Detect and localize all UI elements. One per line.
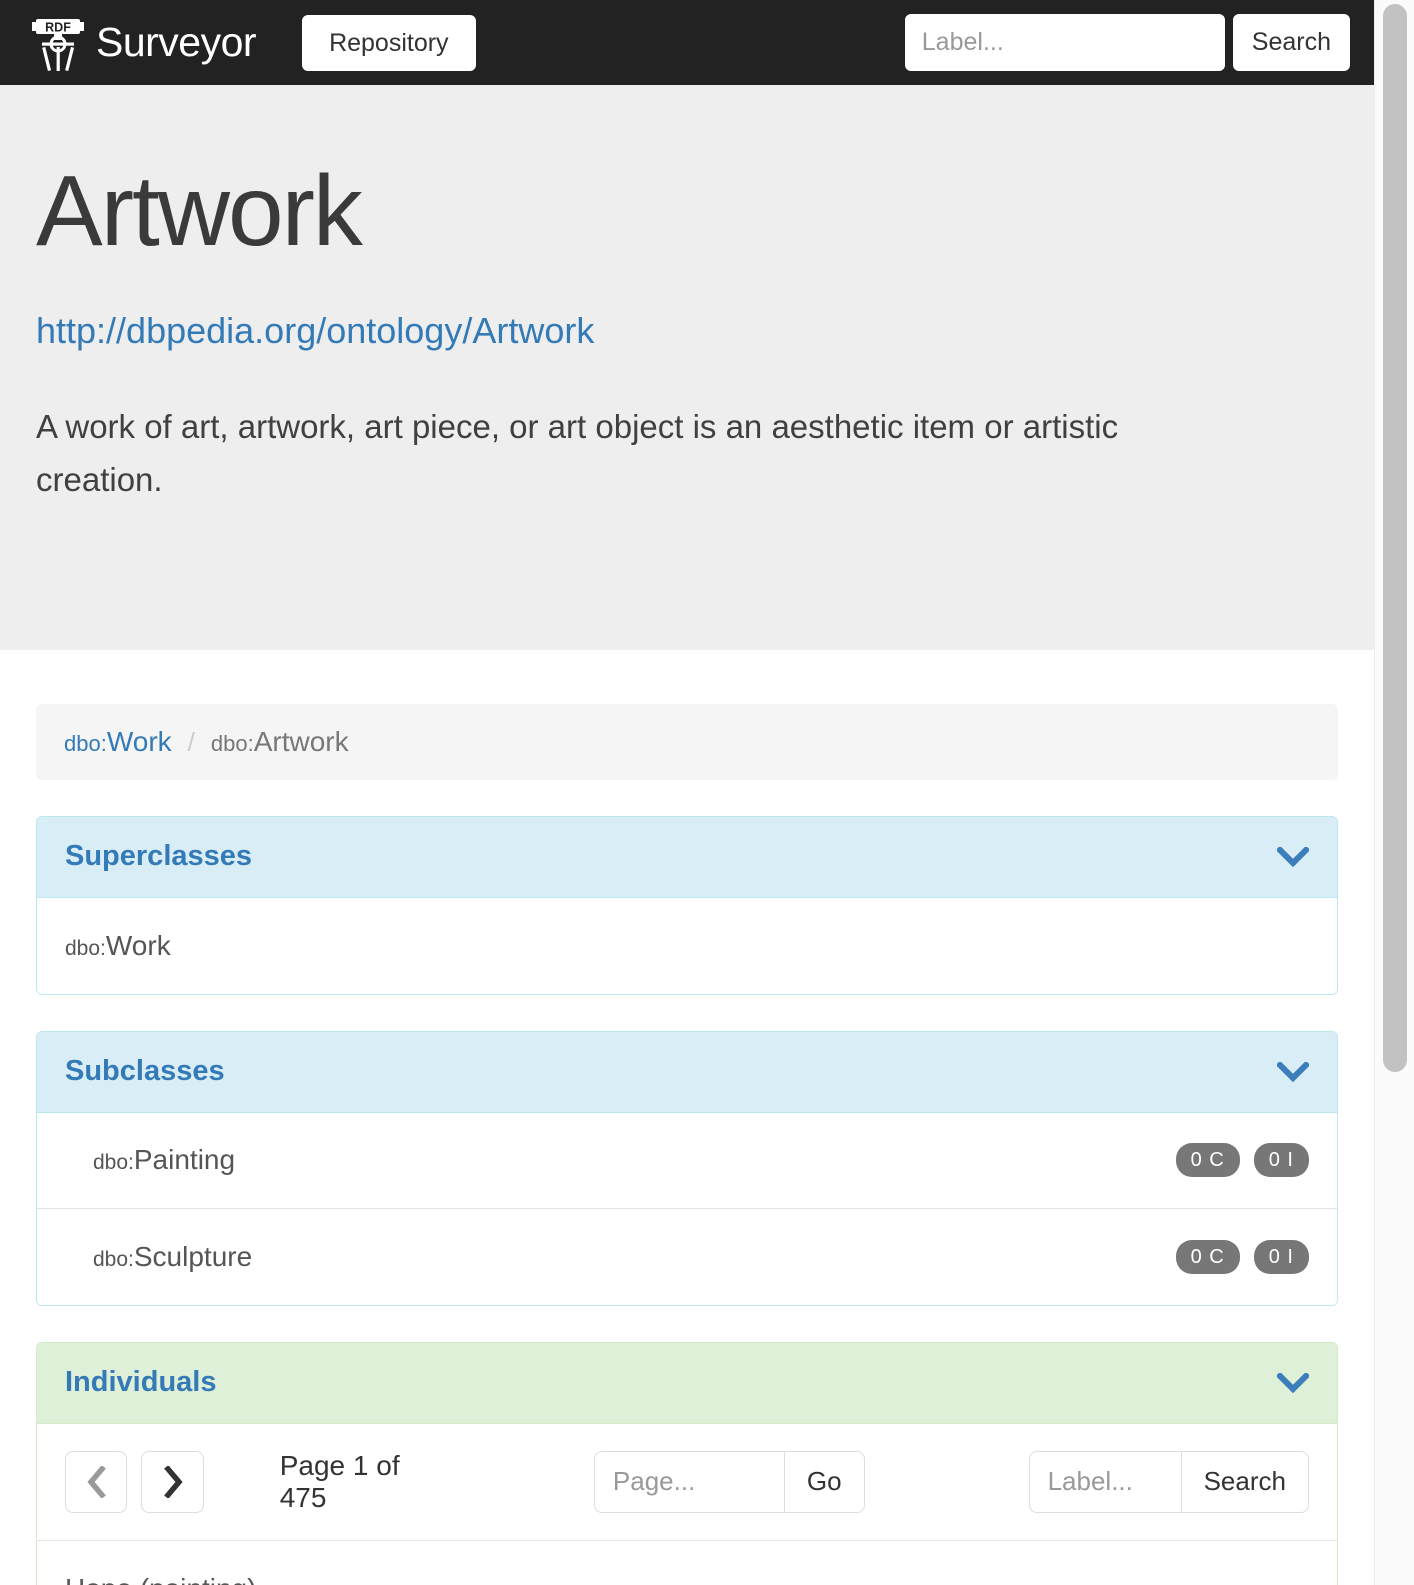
chevron-down-icon[interactable] (1277, 846, 1309, 867)
individuals-label-input[interactable] (1028, 1450, 1181, 1513)
superclass-row[interactable]: dbo: Work (37, 897, 1337, 994)
breadcrumb-item-work[interactable]: dbo: Work (64, 726, 172, 758)
individuals-pagination-toolbar: Page 1 of 475 Go Search (37, 1424, 1337, 1541)
page-title: Artwork (36, 155, 363, 267)
chevron-right-icon (163, 1465, 183, 1498)
individuals-panel-header[interactable]: Individuals (37, 1342, 1337, 1424)
brand-logo[interactable]: RDF Surveyor (32, 14, 257, 72)
breadcrumb-separator: / (187, 727, 195, 757)
qname-local: Sculpture (133, 1240, 253, 1272)
repository-button[interactable]: Repository (302, 14, 476, 71)
table-row[interactable]: dbo: Sculpture 0 C 0 I (37, 1208, 1337, 1305)
row-badges: 0 C 0 I (1175, 1239, 1309, 1274)
superclasses-panel: Superclasses dbo: Work (36, 816, 1338, 995)
breadcrumb-local: Artwork (253, 726, 349, 757)
ontology-uri-link[interactable]: http://dbpedia.org/ontology/Artwork (36, 310, 594, 352)
row-badges: 0 C 0 I (1175, 1143, 1309, 1178)
list-item[interactable]: Hope (painting) (37, 1540, 1337, 1585)
subclasses-panel-header[interactable]: Subclasses (37, 1031, 1337, 1113)
qname-local: Work (105, 929, 171, 961)
go-button[interactable]: Go (783, 1450, 865, 1513)
superclasses-panel-header[interactable]: Superclasses (37, 817, 1337, 898)
subclasses-panel: Subclasses dbo: Painting 0 C 0 I dbo: Sc… (36, 1030, 1338, 1306)
individuals-title: Individuals (65, 1365, 217, 1398)
status-badge-classes: 0 C (1175, 1239, 1240, 1274)
previous-page-button[interactable] (65, 1450, 128, 1513)
chevron-left-icon (87, 1465, 107, 1498)
main-content: dbo:Work / dbo:Artwork Superclasses db (0, 650, 1374, 1585)
breadcrumb-local: Work (106, 726, 172, 757)
page-jump-group: Go (593, 1450, 865, 1513)
qname-prefix: dbo: (93, 1151, 134, 1175)
breadcrumb-item-artwork: dbo: Artwork (211, 726, 349, 758)
status-badge-individuals: 0 I (1253, 1143, 1309, 1178)
browser-viewport: RDF Surveyor Repository Search Artwork h… (0, 0, 1414, 1585)
individuals-panel: Individuals Page 1 of 475 Page... Go Lab… (36, 1341, 1338, 1585)
individuals-search-button[interactable]: Search (1180, 1450, 1309, 1513)
individuals-search-group: Search (1028, 1450, 1309, 1513)
qname-local: Painting (133, 1144, 236, 1176)
qname-prefix: dbo: (93, 1247, 134, 1271)
page-root: RDF Surveyor Repository Search Artwork h… (0, 0, 1374, 1585)
individual-label: Hope (painting) (65, 1573, 256, 1585)
breadcrumb-prefix: dbo: (64, 731, 107, 756)
page-number-input[interactable] (593, 1450, 784, 1513)
qname-prefix: dbo: (65, 936, 106, 960)
top-navbar: RDF Surveyor Repository Search (0, 0, 1374, 85)
svg-text:RDF: RDF (45, 20, 71, 34)
table-row[interactable]: dbo: Painting 0 C 0 I (37, 1112, 1337, 1209)
chevron-down-icon[interactable] (1277, 1061, 1309, 1082)
scrollbar-thumb[interactable] (1383, 4, 1407, 1072)
superclass-qname: dbo: Work (65, 930, 171, 962)
page-scrollbar[interactable] (1374, 0, 1414, 1585)
rdf-surveyor-theodolite-icon: RDF (32, 18, 84, 71)
status-badge-individuals: 0 I (1253, 1239, 1309, 1274)
subclass-qname: dbo: Painting (93, 1144, 235, 1176)
hero-jumbotron: Artwork http://dbpedia.org/ontology/Artw… (0, 85, 1374, 650)
subclasses-title: Subclasses (65, 1054, 225, 1087)
navbar-search-input[interactable] (904, 14, 1225, 71)
subclass-qname: dbo: Sculpture (93, 1241, 252, 1273)
navbar-search-button[interactable]: Search (1232, 14, 1350, 71)
brand-name: Surveyor (96, 19, 257, 65)
superclasses-title: Superclasses (65, 840, 253, 872)
status-badge-classes: 0 C (1175, 1143, 1240, 1178)
next-page-button[interactable] (141, 1450, 204, 1513)
page-status-label: Page 1 of 475 (279, 1449, 400, 1513)
breadcrumb-prefix: dbo: (210, 731, 254, 756)
class-description: A work of art, artwork, art piece, or ar… (36, 408, 1119, 499)
breadcrumb: dbo: Work / dbo: Artwork (36, 704, 1338, 780)
chevron-down-icon[interactable] (1277, 1372, 1309, 1393)
navbar-search-form: Search (904, 14, 1350, 71)
